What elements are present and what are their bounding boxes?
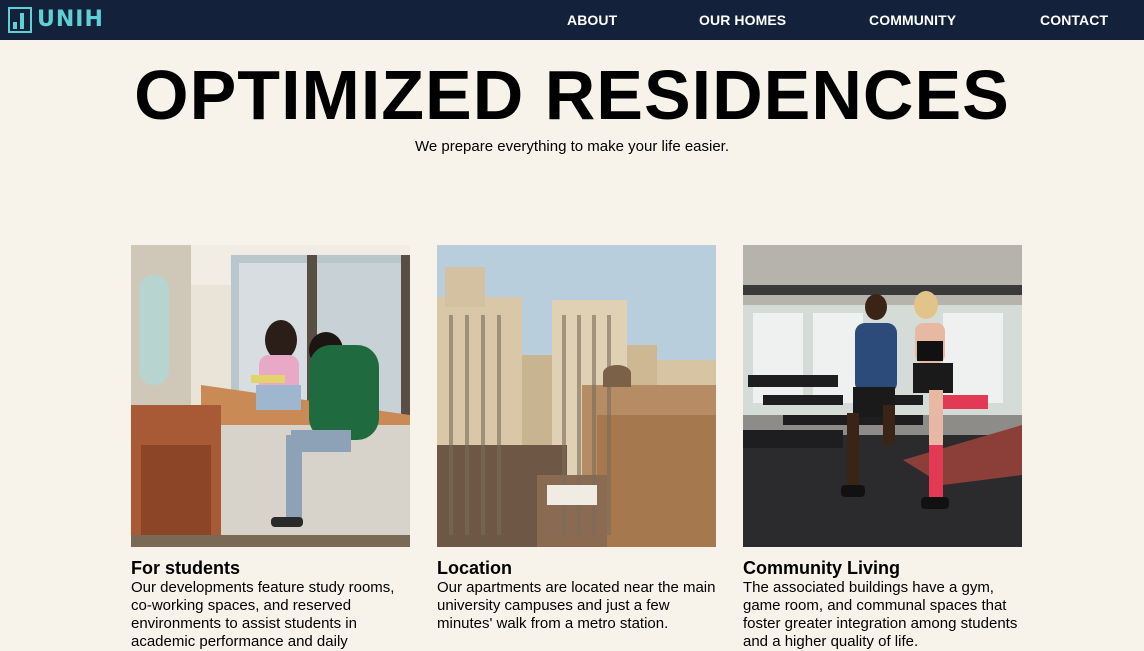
gym-stretching-photo: [743, 245, 1022, 547]
feature-card-location: Location Our apartments are located near…: [437, 245, 716, 633]
students-studying-photo: [131, 245, 410, 547]
nav-about-link[interactable]: ABOUT: [567, 0, 617, 40]
feature-card-community: Community Living The associated building…: [743, 245, 1022, 651]
brand-name: UNIH: [37, 7, 104, 32]
card-title: Community Living: [743, 558, 900, 578]
hero-title: OPTIMIZED RESIDENCES: [134, 56, 1010, 134]
top-navbar: UNIH ABOUT OUR HOMES COMMUNITY CONTACT: [0, 0, 1144, 40]
city-buildings-photo: [437, 245, 716, 547]
card-title: For students: [131, 558, 241, 578]
card-title: Location: [437, 558, 512, 578]
feature-card-students: For students Our developments feature st…: [131, 245, 410, 651]
nav-contact-link[interactable]: CONTACT: [1040, 0, 1108, 40]
card-text: Our developments feature study rooms, co…: [131, 579, 395, 650]
logo-bars-icon: [8, 6, 32, 33]
nav-our-homes-link[interactable]: OUR HOMES: [699, 0, 786, 40]
hero-subtitle: We prepare everything to make your life …: [414, 138, 730, 155]
card-text: Our apartments are located near the main…: [437, 579, 716, 632]
nav-community-link[interactable]: COMMUNITY: [869, 0, 956, 40]
brand-logo[interactable]: UNIH: [8, 6, 104, 33]
card-text: The associated buildings have a gym, gam…: [743, 579, 1018, 650]
